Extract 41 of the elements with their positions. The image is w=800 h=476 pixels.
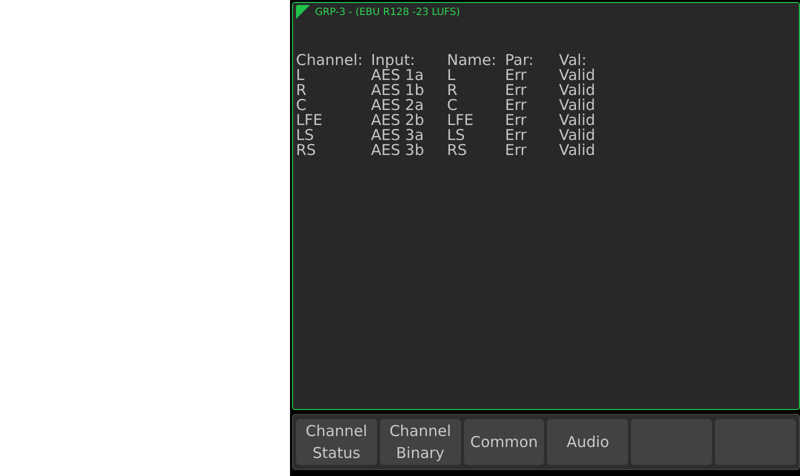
table-cell-text: Err [505,68,528,83]
column-header: Name: [447,53,498,68]
table-cell-text: LS [447,128,465,143]
table-cell: Valid [559,83,596,98]
soft-key-button[interactable]: Channel Status [296,419,377,465]
table-cell-text: AES 2b [371,113,426,128]
table-cell-text: LFE [296,113,324,128]
table-cell-text: R [296,83,308,98]
column-header: Input: [371,53,416,68]
soft-key-button[interactable]: Audio [547,419,628,465]
table-cell: Valid [559,68,596,83]
table-cell-text: AES 3a [371,128,425,143]
table-cell-text: RS [447,143,468,158]
panel-title: GRP-3 - (EBU R128 -23 LUFS) [315,6,460,18]
table-cell-text: Err [505,83,528,98]
table-cell-text: Err [505,143,528,158]
soft-key-button[interactable]: Common [464,419,544,465]
table-cell-text: LS [296,128,314,143]
table-cell-text: L [447,68,456,83]
table-cell: Valid [559,113,596,128]
table-cell-text: Err [505,128,528,143]
table-cell-text: C [447,98,458,113]
triangle-icon [296,5,310,19]
table-cell-text: RS [296,143,317,158]
table-cell-text: Err [505,113,528,128]
column-header: Channel: [296,53,364,68]
table-cell-text: R [447,83,458,98]
table-cell: Valid [559,143,596,158]
table-cell-text: AES 1b [371,83,426,98]
table-cell-text: L [296,68,306,83]
soft-key-button[interactable]: Channel Binary [380,419,461,465]
table-cell-text: AES 2a [371,98,425,113]
table-cell: Valid [559,98,596,113]
table-cell-text: C [296,98,308,113]
table-cell-text: AES 3b [371,143,426,158]
table-cell-text: LFE [447,113,474,128]
column-header: Val: [559,53,587,68]
table-cell-text: AES 1a [371,68,425,83]
table-cell-text: Err [505,98,528,113]
table-cell: Valid [559,128,596,143]
column-header: Par: [505,53,535,68]
